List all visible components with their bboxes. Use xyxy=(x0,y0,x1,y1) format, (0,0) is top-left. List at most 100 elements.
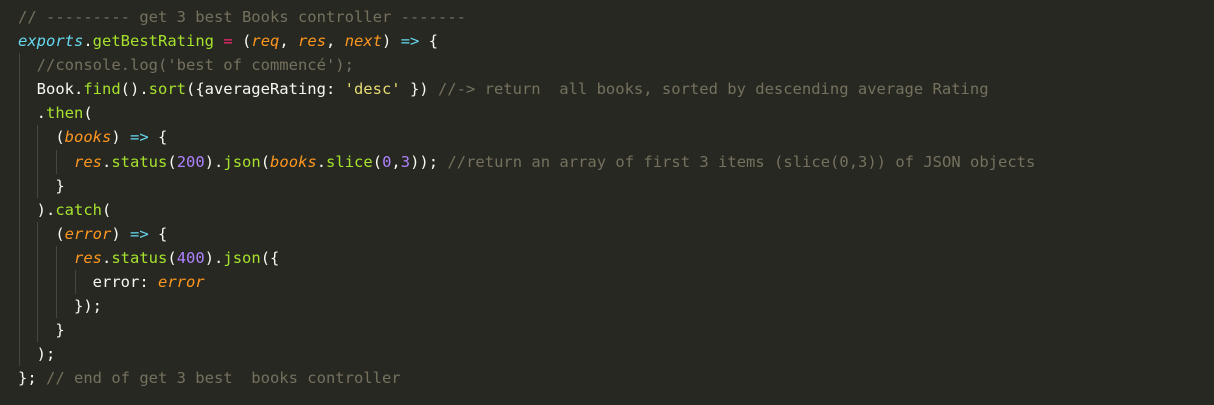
code-line: Book.find().sort({averageRating: 'desc' … xyxy=(0,77,1214,102)
code-token: ) xyxy=(111,128,131,147)
code-line: }; // end of get 3 best books controller xyxy=(0,366,1214,390)
code-token: ( xyxy=(102,200,112,219)
code-token: }) xyxy=(400,80,438,99)
code-token: ). xyxy=(204,248,224,267)
code-token: ). xyxy=(18,200,56,219)
code-token: 400 xyxy=(176,248,205,267)
code-line: // --------- get 3 best Books controller… xyxy=(0,5,1214,29)
code-token: . xyxy=(18,104,46,123)
code-token: 0 xyxy=(382,152,392,171)
code-token: res xyxy=(74,248,102,267)
code-editor[interactable]: // --------- get 3 best Books controller… xyxy=(0,0,1214,405)
code-text: .then( xyxy=(18,104,93,122)
code-token: => xyxy=(130,128,149,147)
code-token: ({ xyxy=(260,248,280,267)
code-token: books xyxy=(64,128,112,147)
code-token: ( xyxy=(372,152,383,171)
code-token: json xyxy=(223,152,261,171)
code-token: 3 xyxy=(400,152,411,171)
code-token: catch xyxy=(55,200,102,219)
code-token: ( xyxy=(18,224,65,243)
code-line: ); xyxy=(0,342,1214,367)
code-token: //return an array of first 3 items (slic… xyxy=(447,152,1036,171)
code-token: sort xyxy=(148,80,186,99)
code-token: Book. xyxy=(18,80,84,99)
code-line: exports.getBestRating = (req, res, next)… xyxy=(0,29,1214,53)
code-token: { xyxy=(148,128,168,147)
code-line: .then( xyxy=(0,101,1214,126)
code-token: slice xyxy=(326,152,373,171)
code-token: => xyxy=(130,224,149,243)
code-line: res.status(200).json(books.slice(0,3)); … xyxy=(0,149,1214,174)
code-token: { xyxy=(419,32,439,51)
code-text: // --------- get 3 best Books controller… xyxy=(18,8,466,26)
code-line: ).catch( xyxy=(0,197,1214,222)
code-token: }; xyxy=(18,369,46,388)
code-token: ) xyxy=(382,32,401,51)
code-text: }; // end of get 3 best books controller xyxy=(18,369,401,387)
code-token: ( xyxy=(18,128,65,147)
code-token: ) xyxy=(111,224,131,243)
code-token: getBestRating xyxy=(92,32,214,51)
code-token: res xyxy=(74,152,102,171)
code-text: } xyxy=(18,176,65,195)
code-token: { xyxy=(148,224,168,243)
code-text: ).catch( xyxy=(18,200,112,219)
code-text: (books) => { xyxy=(18,128,167,146)
code-text: Book.find().sort({averageRating: 'desc' … xyxy=(18,80,989,98)
code-token: // --------- get 3 best Books controller… xyxy=(18,8,466,26)
code-token: json xyxy=(223,248,261,267)
code-text: res.status(200).json(books.slice(0,3)); … xyxy=(18,153,1035,171)
code-line: (error) => { xyxy=(0,221,1214,246)
code-token: , xyxy=(391,152,401,171)
code-token: // end of get 3 best books controller xyxy=(46,369,401,388)
code-text: exports.getBestRating = (req, res, next)… xyxy=(18,32,438,50)
code-token: status xyxy=(111,152,168,171)
code-token: error xyxy=(64,224,112,243)
code-text: } xyxy=(18,321,65,340)
code-token: } xyxy=(18,176,65,195)
code-token: status xyxy=(111,248,168,267)
code-token: next xyxy=(344,32,383,51)
code-token: , xyxy=(279,32,299,51)
code-line: //console.log('best of commencé'); xyxy=(0,53,1214,78)
code-line: (books) => { xyxy=(0,125,1214,150)
code-token: ( xyxy=(167,152,177,171)
code-token: = xyxy=(223,32,233,51)
code-token: 'desc' xyxy=(344,80,401,99)
code-token: books xyxy=(270,152,317,171)
code-token: then xyxy=(46,104,84,123)
code-token: ( xyxy=(167,248,177,267)
code-line: error: error xyxy=(0,270,1214,295)
code-token: ( xyxy=(83,104,93,123)
code-token: ({averageRating: xyxy=(185,80,345,99)
code-token: } xyxy=(18,321,65,340)
code-line: res.status(400).json({ xyxy=(0,245,1214,271)
code-token: ( xyxy=(260,152,271,171)
code-token: res xyxy=(298,32,327,51)
code-token: error xyxy=(157,273,205,292)
code-token: ). xyxy=(204,152,224,171)
code-line: } xyxy=(0,318,1214,343)
code-token: . xyxy=(316,152,327,171)
code-token: ); xyxy=(18,345,56,364)
code-token: , xyxy=(326,32,345,51)
code-token: }); xyxy=(18,297,102,316)
code-token: find xyxy=(83,80,121,99)
code-text: }); xyxy=(18,297,102,315)
code-token: ( xyxy=(232,32,252,51)
code-text: (error) => { xyxy=(18,225,167,243)
code-token: exports xyxy=(18,32,84,51)
code-line: }); xyxy=(0,294,1214,319)
code-token: //-> return all books, sorted by descend… xyxy=(437,80,989,99)
code-token: . xyxy=(102,248,112,267)
code-token: . xyxy=(102,152,112,171)
code-token: )); xyxy=(410,152,448,171)
code-line: } xyxy=(0,173,1214,198)
code-token: //console.log('best of commencé'); xyxy=(36,56,354,75)
code-text: ); xyxy=(18,345,56,364)
